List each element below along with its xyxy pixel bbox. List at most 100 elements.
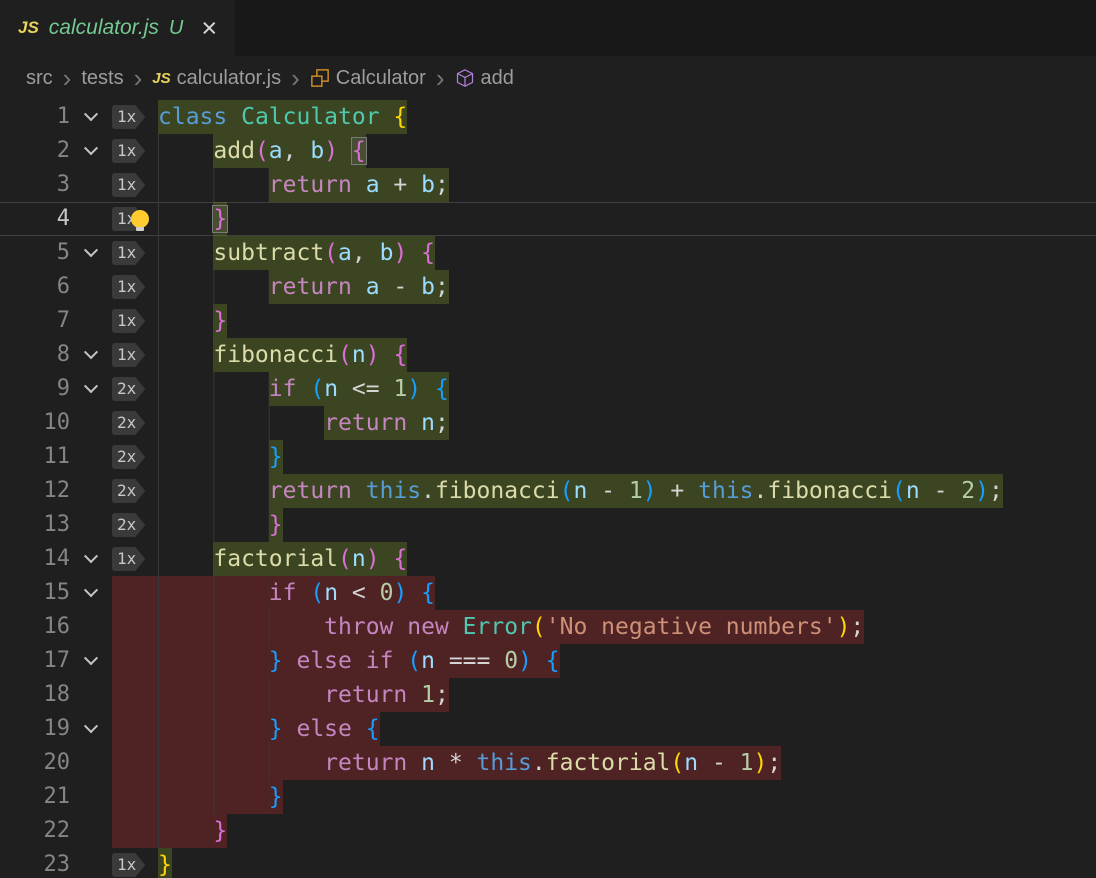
code-line: 51x subtract(a, b) { [0,236,1096,270]
line-number[interactable]: 20 [0,746,70,780]
line-number[interactable]: 21 [0,780,70,814]
line-number[interactable]: 16 [0,610,70,644]
code-token: else if [296,648,407,674]
code-line: 22 } [0,814,1096,848]
code-line: 15 if (n < 0) { [0,576,1096,610]
code-token: if [269,376,311,402]
fold-chevron[interactable] [70,644,112,678]
close-icon[interactable]: × [201,15,217,42]
code-text[interactable]: throw new Error('No negative numbers'); [158,610,1096,644]
line-number[interactable]: 9 [0,372,70,406]
code-text[interactable]: } else { [158,712,1096,746]
coverage-hit-highlight: } [269,440,283,474]
fold-chevron[interactable] [70,236,112,270]
fold-chevron[interactable] [70,372,112,406]
code-text[interactable]: } [158,304,1096,338]
code-token: this [477,750,532,776]
code-text[interactable]: } else if (n === 0) { [158,644,1096,678]
line-number[interactable]: 8 [0,338,70,372]
fold-chevron[interactable] [70,338,112,372]
code-token: ) [324,138,352,164]
fold-chevron [70,814,112,848]
code-token: ) [393,580,421,606]
code-text[interactable]: return n * this.factorial(n - 1); [158,746,1096,780]
line-number[interactable]: 15 [0,576,70,610]
line-number[interactable]: 6 [0,270,70,304]
breadcrumb-item-add[interactable]: add [455,67,514,90]
code-line: 102x return n; [0,406,1096,440]
coverage-badge: 1x [112,853,145,877]
code-text[interactable]: } [158,440,1096,474]
code-text[interactable]: } [158,202,1096,236]
code-text[interactable]: } [158,814,1096,848]
code-text[interactable]: fibonacci(n) { [158,338,1096,372]
breadcrumb-item-calculator[interactable]: Calculator [310,67,426,90]
indent-whitespace [158,678,324,712]
code-text[interactable]: return this.fibonacci(n - 1) + this.fibo… [158,474,1096,508]
fold-chevron[interactable] [70,134,112,168]
code-text[interactable]: return a + b; [158,168,1096,202]
code-text[interactable]: return n; [158,406,1096,440]
line-number[interactable]: 2 [0,134,70,168]
coverage-hit-highlight: add(a, b) { [213,134,365,168]
line-number[interactable]: 11 [0,440,70,474]
code-token: , [352,240,380,266]
code-line: 19 } else { [0,712,1096,746]
line-number[interactable]: 14 [0,542,70,576]
line-number[interactable]: 13 [0,508,70,542]
code-text[interactable]: if (n <= 1) { [158,372,1096,406]
coverage-badge: 1x [112,139,145,163]
code-text[interactable]: } [158,780,1096,814]
code-text[interactable]: return 1; [158,678,1096,712]
code-text[interactable]: factorial(n) { [158,542,1096,576]
coverage-gutter: 1x [112,542,158,576]
code-token: { [435,376,449,402]
indent-whitespace [158,134,213,168]
line-number[interactable]: 5 [0,236,70,270]
coverage-miss-highlight: } else { [158,712,380,746]
code-token: { [421,240,435,266]
breadcrumb-item-tests[interactable]: tests [81,67,123,90]
lightbulb-icon[interactable] [131,210,149,228]
indent-whitespace [158,338,213,372]
line-number[interactable]: 3 [0,168,70,202]
breadcrumb-item-calculator-js[interactable]: JScalculator.js [152,67,281,90]
coverage-hit-highlight: return a - b; [269,270,449,304]
coverage-gutter: 1x [112,100,158,134]
code-text[interactable]: subtract(a, b) { [158,236,1096,270]
fold-chevron[interactable] [70,576,112,610]
fold-chevron[interactable] [70,712,112,746]
code-text[interactable]: add(a, b) { [158,134,1096,168]
line-number[interactable]: 10 [0,406,70,440]
coverage-gutter: 1x [112,134,158,168]
code-text[interactable]: return a - b; [158,270,1096,304]
line-number[interactable]: 23 [0,848,70,878]
code-token: throw [324,614,407,640]
coverage-badge: 2x [112,513,145,537]
fold-chevron[interactable] [70,100,112,134]
line-number[interactable]: 17 [0,644,70,678]
fold-chevron[interactable] [70,542,112,576]
line-number[interactable]: 22 [0,814,70,848]
line-number[interactable]: 19 [0,712,70,746]
breadcrumb-item-src[interactable]: src [26,67,53,90]
code-token: { [546,648,560,674]
code-token: 2 [961,478,975,504]
line-number[interactable]: 7 [0,304,70,338]
tab-calculator-js[interactable]: JS calculator.js U × [0,0,235,56]
code-text[interactable]: if (n < 0) { [158,576,1096,610]
code-token: n [352,342,366,368]
coverage-gutter [112,644,158,678]
code-text[interactable]: class Calculator { [158,100,1096,134]
line-number[interactable]: 1 [0,100,70,134]
code-text[interactable]: } [158,508,1096,542]
fold-chevron [70,610,112,644]
line-number[interactable]: 18 [0,678,70,712]
code-token: 'No negative numbers' [546,614,837,640]
code-token: a [269,138,283,164]
code-token: n [573,478,601,504]
line-number[interactable]: 4 [0,202,70,236]
code-text[interactable]: } [158,848,1096,878]
coverage-miss-highlight: return n * this.factorial(n - 1); [158,746,781,780]
line-number[interactable]: 12 [0,474,70,508]
